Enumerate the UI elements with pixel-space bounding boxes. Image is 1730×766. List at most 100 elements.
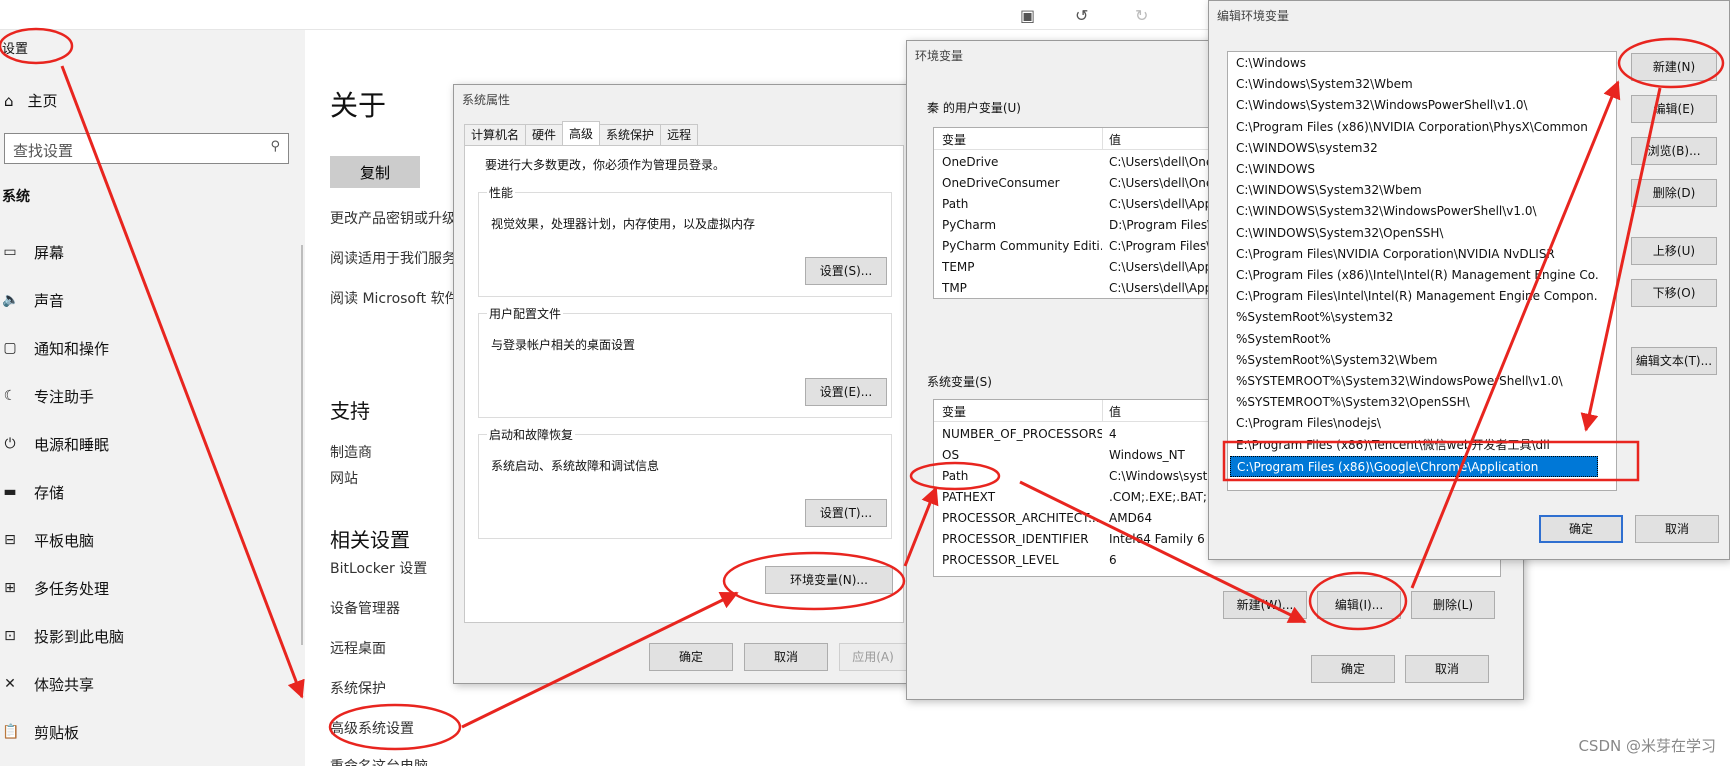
- table-row[interactable]: OneDrive C:\Users\dell\One: [934, 152, 1212, 173]
- sidebar-item[interactable]: ⏻ 电源和睡眠: [2, 430, 109, 458]
- environment-variables-button[interactable]: 环境变量(N)...: [765, 566, 893, 594]
- system-vars-label: 系统变量(S): [927, 375, 992, 389]
- sidebar-item[interactable]: ☾ 专注助手: [2, 382, 94, 410]
- variable-value: C:\Users\dell\App: [1109, 281, 1213, 295]
- sidebar-item[interactable]: ⊡ 投影到此电脑: [2, 622, 124, 650]
- startup-settings-button[interactable]: 设置(T)...: [805, 499, 887, 527]
- move-up-button[interactable]: 上移(U): [1631, 237, 1717, 265]
- sidebar-item[interactable]: ▭ 屏幕: [2, 238, 64, 266]
- new-system-var-button[interactable]: 新建(W)...: [1223, 591, 1307, 619]
- home-label: 主页: [27, 92, 58, 110]
- home-icon: ⌂: [4, 91, 14, 110]
- admin-notice: 要进行大多数更改，你必须作为管理员登录。: [485, 158, 726, 172]
- list-item[interactable]: C:\Program Files\NVIDIA Corporation\NVID…: [1230, 244, 1598, 265]
- list-item[interactable]: C:\Windows\System32\Wbem: [1230, 74, 1598, 95]
- table-row[interactable]: PyCharm D:\Program Files\: [934, 215, 1212, 236]
- tab-hardware[interactable]: 硬件: [525, 124, 564, 146]
- save-icon[interactable]: ▣: [1020, 6, 1035, 25]
- edit-system-var-button[interactable]: 编辑(I)...: [1317, 591, 1401, 619]
- list-item[interactable]: C:\Program Files\Intel\Intel(R) Manageme…: [1230, 286, 1598, 307]
- tab-system-protection[interactable]: 系统保护: [599, 124, 662, 146]
- delete-system-var-button[interactable]: 删除(L): [1411, 591, 1495, 619]
- ok-button[interactable]: 确定: [1311, 655, 1395, 683]
- multitask-icon: ⊞: [4, 580, 16, 596]
- link-software-license[interactable]: 阅读 Microsoft 软件: [330, 288, 459, 308]
- list-item[interactable]: C:\Program Files (x86)\NVIDIA Corporatio…: [1230, 117, 1598, 138]
- list-item[interactable]: C:\Program Files (x86)\Intel\Intel(R) Ma…: [1230, 265, 1598, 286]
- profiles-settings-button[interactable]: 设置(E)...: [805, 378, 887, 406]
- sidebar-item[interactable]: ⊞ 多任务处理: [2, 574, 109, 602]
- table-row[interactable]: OneDriveConsumer C:\Users\dell\One: [934, 173, 1212, 194]
- cancel-button[interactable]: 取消: [744, 643, 828, 671]
- list-item[interactable]: C:\WINDOWS\System32\WindowsPowerShell\v1…: [1230, 201, 1598, 222]
- table-row[interactable]: TEMP C:\Users\dell\App: [934, 257, 1212, 278]
- new-button[interactable]: 新建(N): [1631, 53, 1717, 81]
- table-row[interactable]: PyCharm Community Editi... C:\Program Fil…: [934, 236, 1212, 257]
- redo-icon[interactable]: ↻: [1135, 6, 1148, 25]
- storage-icon: ▬: [3, 484, 17, 500]
- link-change-product-key[interactable]: 更改产品密钥或升级: [330, 208, 456, 228]
- list-item[interactable]: %SystemRoot%: [1230, 329, 1598, 350]
- sidebar-item[interactable]: ▬ 存储: [2, 478, 64, 506]
- home-nav-item[interactable]: ⌂ 主页: [4, 90, 58, 111]
- list-item[interactable]: C:\Windows: [1230, 53, 1598, 74]
- variable-value: C:\Users\dell\App: [1109, 197, 1213, 211]
- link-system-protection[interactable]: 系统保护: [330, 678, 386, 698]
- col-variable[interactable]: 变量: [942, 131, 1102, 148]
- list-item[interactable]: C:\WINDOWS: [1230, 159, 1598, 180]
- cancel-button[interactable]: 取消: [1635, 515, 1719, 543]
- list-item[interactable]: C:\WINDOWS\System32\Wbem: [1230, 180, 1598, 201]
- sidebar-item[interactable]: 🔈 声音: [2, 286, 64, 314]
- link-device-manager[interactable]: 设备管理器: [330, 598, 400, 618]
- edit-button[interactable]: 编辑(E): [1631, 95, 1717, 123]
- project-icon: ⊡: [4, 628, 16, 644]
- sidebar-item[interactable]: ✕ 体验共享: [2, 670, 94, 698]
- list-item[interactable]: %SYSTEMROOT%\System32\WindowsPowerShell\…: [1230, 371, 1598, 392]
- col-value[interactable]: 值: [1109, 131, 1212, 148]
- list-item[interactable]: C:\Program Files (x86)\Google\Chrome\App…: [1230, 455, 1598, 477]
- browse-button[interactable]: 浏览(B)...: [1631, 137, 1717, 165]
- list-item[interactable]: C:\Program Files\nodejs\: [1230, 413, 1598, 434]
- tab-remote[interactable]: 远程: [660, 124, 699, 146]
- cancel-button[interactable]: 取消: [1405, 655, 1489, 683]
- edit-text-button[interactable]: 编辑文本(T)...: [1631, 347, 1717, 375]
- path-entries-list[interactable]: C:\Windows C:\Windows\System32\Wbem C:\Win…: [1227, 51, 1617, 491]
- copy-button[interactable]: 复制: [330, 156, 420, 188]
- sidebar-item-label: 投影到此电脑: [34, 627, 125, 646]
- variable-name: OneDriveConsumer: [942, 176, 1060, 190]
- sidebar-item[interactable]: 📋 剪贴板: [2, 718, 79, 746]
- list-item[interactable]: C:\Windows\System32\WindowsPowerShell\v1…: [1230, 95, 1598, 116]
- sidebar-item[interactable]: ⊟ 平板电脑: [2, 526, 94, 554]
- link-bitlocker[interactable]: BitLocker 设置: [330, 558, 427, 578]
- variable-name: OS: [942, 448, 960, 462]
- tab-computer-name[interactable]: 计算机名: [464, 124, 527, 146]
- move-down-button[interactable]: 下移(O): [1631, 279, 1717, 307]
- sidebar-scrollbar[interactable]: [301, 245, 303, 645]
- table-row[interactable]: Path C:\Users\dell\App: [934, 194, 1212, 215]
- delete-button[interactable]: 删除(D): [1631, 179, 1717, 207]
- list-item[interactable]: C:\WINDOWS\system32: [1230, 138, 1598, 159]
- list-item[interactable]: %SYSTEMROOT%\System32\OpenSSH\: [1230, 392, 1598, 413]
- ok-button[interactable]: 确定: [1539, 515, 1623, 543]
- user-variables-list[interactable]: 变量 值 OneDrive C:\Users\dell\One OneDriveCo…: [933, 127, 1213, 299]
- sidebar-item[interactable]: ▢ 通知和操作: [2, 334, 109, 362]
- list-item[interactable]: %SystemRoot%\system32: [1230, 307, 1598, 328]
- support-website-link[interactable]: 网站: [330, 468, 358, 488]
- table-row[interactable]: TMP C:\Users\dell\App: [934, 278, 1213, 298]
- link-advanced-system-settings[interactable]: 高级系统设置: [330, 718, 414, 738]
- list-item[interactable]: C:\WINDOWS\System32\OpenSSH\: [1230, 223, 1598, 244]
- performance-settings-button[interactable]: 设置(S)...: [805, 257, 887, 285]
- col-variable[interactable]: 变量: [942, 403, 1102, 420]
- list-item[interactable]: E:\Program Files (x86)\Tencent\微信web开发者工…: [1230, 435, 1598, 456]
- variable-value: C:\Program Files\: [1109, 239, 1211, 253]
- apply-button[interactable]: 应用(A): [839, 643, 907, 671]
- tab-advanced[interactable]: 高级: [562, 121, 601, 146]
- link-service-agreement[interactable]: 阅读适用于我们服务: [330, 248, 456, 268]
- list-item[interactable]: %SystemRoot%\System32\Wbem: [1230, 350, 1598, 371]
- ok-button[interactable]: 确定: [649, 643, 733, 671]
- undo-icon[interactable]: ↺: [1075, 6, 1088, 25]
- search-input[interactable]: 查找设置 ⚲: [4, 133, 289, 164]
- link-rename-pc[interactable]: 重命名这台电脑: [330, 756, 428, 766]
- sidebar-item-label: 多任务处理: [34, 579, 110, 598]
- link-remote-desktop[interactable]: 远程桌面: [330, 638, 386, 658]
